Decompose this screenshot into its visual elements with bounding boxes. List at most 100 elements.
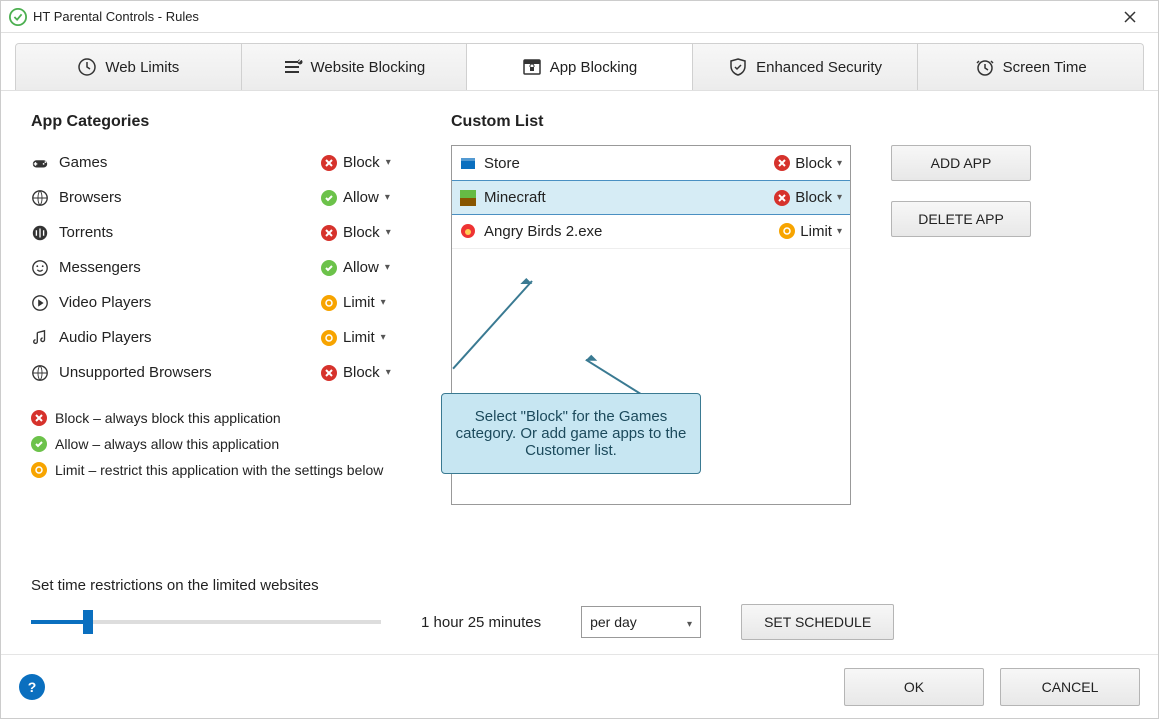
music-icon bbox=[31, 329, 49, 347]
category-label: Unsupported Browsers bbox=[59, 364, 321, 381]
tabs: Web Limits Website Blocking App Blocking… bbox=[15, 43, 1144, 90]
chevron-down-icon: ▾ bbox=[837, 192, 842, 203]
categories-panel: App Categories Games Block ▾ Browsers Al… bbox=[31, 113, 411, 571]
help-button[interactable]: ? bbox=[19, 674, 45, 700]
allow-icon bbox=[321, 190, 337, 206]
legend-allow: Allow – always allow this application bbox=[31, 436, 411, 452]
category-action-dropdown[interactable]: Block ▾ bbox=[321, 154, 411, 171]
category-action-dropdown[interactable]: Limit ▾ bbox=[321, 329, 411, 346]
tab-label: Website Blocking bbox=[311, 59, 426, 76]
custom-list-item[interactable]: Angry Birds 2.exe Limit ▾ bbox=[452, 214, 850, 249]
allow-icon bbox=[321, 260, 337, 276]
category-row: Browsers Allow ▾ bbox=[31, 180, 411, 215]
side-buttons: ADD APP DELETE APP bbox=[891, 113, 1128, 571]
chevron-down-icon: ▾ bbox=[837, 158, 842, 169]
window-title: HT Parental Controls - Rules bbox=[33, 9, 1110, 24]
category-label: Games bbox=[59, 154, 321, 171]
period-dropdown[interactable]: per day bbox=[581, 606, 701, 638]
category-action-dropdown[interactable]: Block ▾ bbox=[321, 364, 411, 381]
chevron-down-icon: ▾ bbox=[385, 192, 390, 203]
legend-block: Block – always block this application bbox=[31, 410, 411, 426]
app-icon bbox=[460, 223, 476, 239]
block-icon bbox=[321, 155, 337, 171]
category-row: Video Players Limit ▾ bbox=[31, 285, 411, 320]
alarm-icon bbox=[975, 57, 995, 77]
tab-screen-time[interactable]: Screen Time bbox=[918, 44, 1143, 90]
legend: Block – always block this application Al… bbox=[31, 410, 411, 478]
category-row: Unsupported Browsers Block ▾ bbox=[31, 355, 411, 390]
block-icon bbox=[321, 225, 337, 241]
action-text: Block bbox=[343, 154, 380, 171]
duration-text: 1 hour 25 minutes bbox=[421, 614, 541, 631]
category-action-dropdown[interactable]: Allow ▾ bbox=[321, 189, 411, 206]
custom-list-item[interactable]: Minecraft Block ▾ bbox=[451, 180, 851, 215]
chat-icon bbox=[31, 259, 49, 277]
block-icon bbox=[774, 190, 790, 206]
ok-button[interactable]: OK bbox=[844, 668, 984, 706]
app-logo-icon bbox=[9, 8, 27, 26]
custom-list-panel: Custom List Store Block ▾ Minecraft Bloc… bbox=[451, 113, 851, 571]
app-action-dropdown[interactable]: Block ▾ bbox=[774, 189, 842, 206]
chevron-down-icon: ▾ bbox=[381, 332, 386, 343]
limit-icon bbox=[779, 223, 795, 239]
action-text: Block bbox=[795, 189, 832, 206]
chevron-down-icon: ▾ bbox=[386, 367, 391, 378]
cancel-button[interactable]: CANCEL bbox=[1000, 668, 1140, 706]
app-icon bbox=[460, 155, 476, 171]
action-text: Block bbox=[795, 155, 832, 172]
chevron-down-icon: ▾ bbox=[386, 157, 391, 168]
chevron-down-icon: ▾ bbox=[386, 227, 391, 238]
limit-icon bbox=[31, 462, 47, 478]
tab-website-blocking[interactable]: Website Blocking bbox=[242, 44, 468, 90]
category-action-dropdown[interactable]: Limit ▾ bbox=[321, 294, 411, 311]
delete-app-button[interactable]: DELETE APP bbox=[891, 201, 1031, 237]
slider-label: Set time restrictions on the limited web… bbox=[31, 577, 1128, 594]
action-text: Block bbox=[343, 224, 380, 241]
app-action-dropdown[interactable]: Block ▾ bbox=[774, 155, 842, 172]
time-slider[interactable] bbox=[31, 620, 381, 624]
block-icon bbox=[321, 365, 337, 381]
tab-strip: Web Limits Website Blocking App Blocking… bbox=[1, 33, 1158, 91]
play-icon bbox=[31, 294, 49, 312]
category-row: Torrents Block ▾ bbox=[31, 215, 411, 250]
allow-icon bbox=[31, 436, 47, 452]
action-text: Limit bbox=[343, 329, 375, 346]
app-name: Angry Birds 2.exe bbox=[484, 223, 771, 240]
tab-web-limits[interactable]: Web Limits bbox=[16, 44, 242, 90]
period-value: per day bbox=[590, 614, 637, 630]
set-schedule-button[interactable]: SET SCHEDULE bbox=[741, 604, 894, 640]
action-text: Allow bbox=[343, 259, 379, 276]
tab-label: Web Limits bbox=[105, 59, 179, 76]
chevron-down-icon: ▾ bbox=[385, 262, 390, 273]
blocklist-icon bbox=[283, 57, 303, 77]
category-label: Torrents bbox=[59, 224, 321, 241]
content-area: App Categories Games Block ▾ Browsers Al… bbox=[1, 91, 1158, 654]
time-restrictions: Set time restrictions on the limited web… bbox=[31, 577, 1128, 640]
app-action-dropdown[interactable]: Limit ▾ bbox=[779, 223, 842, 240]
categories-title: App Categories bbox=[31, 113, 411, 131]
close-button[interactable] bbox=[1110, 1, 1150, 33]
custom-list-item[interactable]: Store Block ▾ bbox=[452, 146, 850, 181]
add-app-button[interactable]: ADD APP bbox=[891, 145, 1031, 181]
category-label: Browsers bbox=[59, 189, 321, 206]
chevron-down-icon: ▾ bbox=[837, 226, 842, 237]
category-action-dropdown[interactable]: Block ▾ bbox=[321, 224, 411, 241]
tab-label: Enhanced Security bbox=[756, 59, 882, 76]
category-label: Video Players bbox=[59, 294, 321, 311]
shield-icon bbox=[728, 57, 748, 77]
app-window: HT Parental Controls - Rules Web Limits … bbox=[0, 0, 1159, 719]
clock-icon bbox=[77, 57, 97, 77]
tooltip-callout: Select "Block" for the Games category. O… bbox=[441, 393, 701, 474]
tab-app-blocking[interactable]: App Blocking bbox=[467, 44, 693, 90]
category-action-dropdown[interactable]: Allow ▾ bbox=[321, 259, 411, 276]
category-row: Games Block ▾ bbox=[31, 145, 411, 180]
gamepad-icon bbox=[31, 154, 49, 172]
slider-thumb[interactable] bbox=[83, 610, 93, 634]
category-row: Audio Players Limit ▾ bbox=[31, 320, 411, 355]
legend-text: Allow – always allow this application bbox=[55, 436, 279, 452]
action-text: Block bbox=[343, 364, 380, 381]
tab-enhanced-security[interactable]: Enhanced Security bbox=[693, 44, 919, 90]
tab-label: Screen Time bbox=[1003, 59, 1087, 76]
chevron-down-icon: ▾ bbox=[381, 297, 386, 308]
globe-icon bbox=[31, 364, 49, 382]
